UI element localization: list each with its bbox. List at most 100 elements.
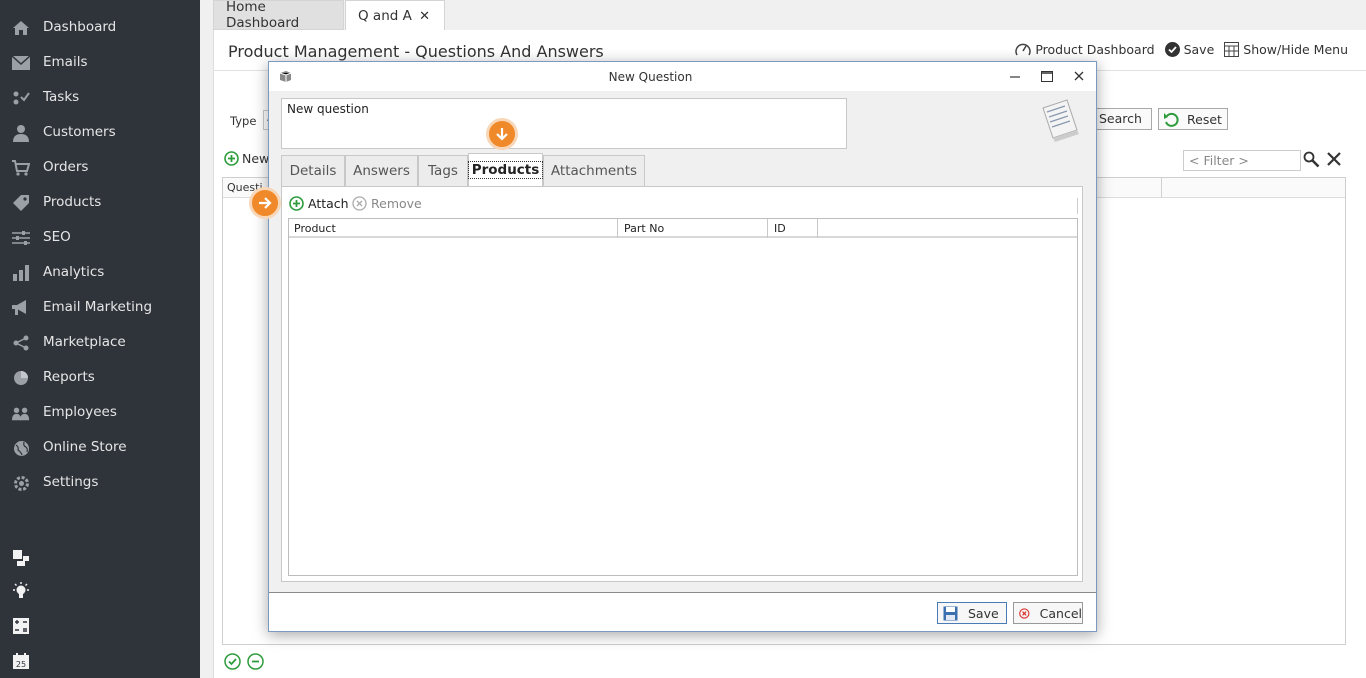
product-dashboard-button[interactable]: Product Dashboard — [1015, 42, 1155, 57]
minimize-button[interactable] — [1006, 68, 1024, 84]
new-label: New — [242, 151, 270, 166]
attach-label: Attach — [308, 196, 349, 211]
document-icon — [1037, 98, 1081, 150]
maximize-button[interactable] — [1038, 68, 1056, 84]
reset-button[interactable]: Reset — [1158, 108, 1228, 130]
sidebar-item-analytics[interactable]: Analytics — [0, 255, 200, 290]
search-icon[interactable] — [1303, 151, 1320, 172]
sidebar-item-label: Analytics — [43, 264, 105, 280]
windows-icon[interactable] — [12, 549, 30, 567]
column-header-id[interactable]: ID — [774, 222, 786, 235]
column-separator — [1161, 178, 1162, 198]
toolbar-divider — [1077, 198, 1078, 214]
sidebar-item-label: Marketplace — [43, 334, 126, 350]
cart-icon — [12, 159, 30, 177]
sidebar-item-online-store[interactable]: Online Store — [0, 430, 200, 465]
calculator-icon[interactable] — [12, 617, 30, 635]
sidebar-item-employees[interactable]: Employees — [0, 395, 200, 430]
sidebar-item-products[interactable]: Products — [0, 185, 200, 220]
grid-menu-icon — [1224, 42, 1240, 57]
sidebar-item-emails[interactable]: Emails — [0, 45, 200, 80]
sidebar-item-label: Reports — [43, 369, 95, 385]
floppy-icon — [943, 606, 958, 620]
sidebar-item-label: SEO — [43, 229, 71, 245]
plus-circle-icon — [289, 196, 304, 211]
tab-label: Q and A — [358, 7, 412, 24]
save-label: Save — [968, 605, 999, 621]
plus-circle-icon — [224, 151, 239, 166]
reset-label: Reset — [1187, 111, 1222, 127]
cancel-circle-icon — [1019, 607, 1030, 619]
tab-q-and-a[interactable]: Q and A ✕ — [345, 0, 445, 30]
tab-label: Tags — [428, 163, 458, 179]
product-dashboard-label: Product Dashboard — [1035, 42, 1155, 57]
show-hide-menu-button[interactable]: Show/Hide Menu — [1224, 42, 1348, 57]
sidebar-item-label: Emails — [43, 54, 88, 70]
products-grid: Product Part No ID — [288, 218, 1078, 576]
gear-icon — [12, 474, 30, 492]
dialog-footer: Save Cancel — [269, 592, 1096, 631]
sidebar-item-tasks[interactable]: Tasks — [0, 80, 200, 115]
tab-label: Details — [289, 163, 337, 179]
sidebar-item-reports[interactable]: Reports — [0, 360, 200, 395]
sidebar-item-label: Email Marketing — [43, 299, 153, 315]
lightbulb-icon[interactable] — [12, 582, 30, 600]
calendar-day: 25 — [16, 660, 26, 669]
sidebar-item-email-marketing[interactable]: Email Marketing — [0, 290, 200, 325]
calendar-icon[interactable]: 25 — [12, 652, 30, 670]
tab-attachments[interactable]: Attachments — [543, 155, 645, 187]
attach-button[interactable]: Attach — [289, 196, 349, 211]
search-button[interactable]: Search — [1094, 108, 1152, 130]
column-header-part-no[interactable]: Part No — [624, 222, 664, 235]
minus-circle-icon[interactable] — [247, 653, 264, 670]
save-button[interactable]: Save — [1164, 42, 1215, 57]
remove-circle-icon — [352, 196, 367, 211]
sidebar-item-seo[interactable]: SEO — [0, 220, 200, 255]
tab-answers[interactable]: Answers — [345, 155, 418, 187]
tab-details[interactable]: Details — [281, 155, 345, 187]
sidebar-item-label: Orders — [43, 159, 89, 175]
tab-home-dashboard[interactable]: Home Dashboard — [213, 0, 344, 31]
share-icon — [12, 334, 30, 352]
close-button[interactable] — [1070, 68, 1088, 84]
tab-label: Attachments — [550, 163, 638, 179]
remove-button[interactable]: Remove — [352, 196, 422, 211]
save-label: Save — [1183, 42, 1215, 57]
globe-icon — [12, 439, 30, 457]
dialog-save-button[interactable]: Save — [937, 602, 1007, 624]
header-actions: Product Dashboard Save Show/Hide Menu — [1015, 42, 1348, 57]
sidebar-item-dashboard[interactable]: Dashboard — [0, 10, 200, 45]
tab-label: Answers — [353, 163, 410, 179]
tab-tags[interactable]: Tags — [418, 155, 468, 187]
sidebar-item-marketplace[interactable]: Marketplace — [0, 325, 200, 360]
sidebar-item-label: Settings — [43, 474, 99, 490]
question-text-input[interactable]: New question — [281, 98, 847, 149]
sidebar-item-settings[interactable]: Settings — [0, 465, 200, 500]
tab-products[interactable]: Products — [467, 153, 544, 187]
remove-label: Remove — [371, 196, 422, 211]
sidebar-item-customers[interactable]: Customers — [0, 115, 200, 150]
user-icon — [12, 124, 30, 142]
tab-label: Products — [467, 161, 544, 179]
dialog-title: New Question — [608, 70, 693, 84]
products-tab-panel: Attach Remove Product Part No ID — [281, 186, 1083, 582]
sidebar-item-label: Online Store — [43, 439, 127, 455]
column-header-product[interactable]: Product — [294, 222, 336, 235]
sidebar-item-label: Dashboard — [43, 19, 117, 35]
dialog-titlebar[interactable]: New Question — [269, 62, 1096, 91]
new-question-button[interactable]: New — [224, 151, 269, 166]
sidebar-item-label: Customers — [43, 124, 116, 140]
cancel-label: Cancel — [1039, 605, 1082, 621]
dialog-cancel-button[interactable]: Cancel — [1013, 602, 1083, 624]
close-icon[interactable]: ✕ — [419, 9, 430, 24]
users-icon — [12, 404, 30, 422]
type-label: Type — [230, 114, 257, 128]
tasks-icon — [12, 89, 30, 107]
clear-filter-icon[interactable] — [1326, 151, 1342, 171]
accept-icon[interactable] — [224, 653, 241, 670]
pie-chart-icon — [12, 369, 30, 387]
products-grid-header: Product Part No ID — [289, 219, 1077, 238]
sidebar-item-orders[interactable]: Orders — [0, 150, 200, 185]
home-icon — [12, 19, 30, 37]
filter-input[interactable]: < Filter > — [1183, 150, 1301, 171]
